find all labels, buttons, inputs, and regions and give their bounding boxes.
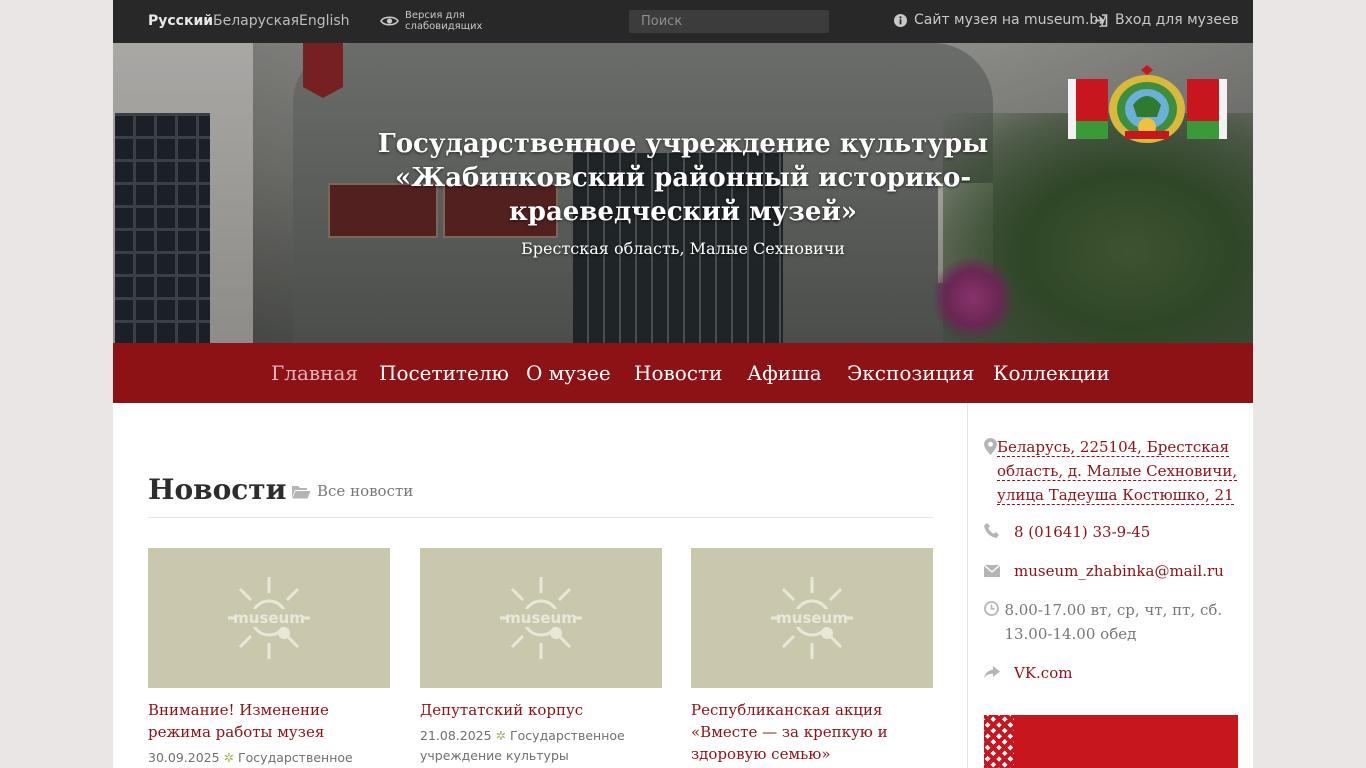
news-meta: 30.09.2025 ✲ Государственное [148, 748, 390, 768]
page: Русский Беларуская English Версия для сл… [113, 0, 1253, 768]
main-nav: Главная Посетителю О музее Новости Афиша… [113, 343, 1253, 403]
museum-by-logo-icon: museum [228, 577, 310, 659]
lang-english[interactable]: English [299, 13, 350, 29]
nav-item-about[interactable]: О музее [526, 361, 611, 385]
belarus-flag-banner[interactable] [984, 715, 1238, 768]
leaf-icon: ✲ [223, 750, 235, 765]
main-content: Новости Все новости museum Внимание! Изм… [113, 403, 967, 768]
news-date: 30.09.2025 [148, 750, 220, 765]
nav-item-exposition[interactable]: Экспозиция [847, 361, 974, 385]
share-icon [984, 666, 1000, 679]
vision-impaired-label: Версия для слабовидящих [405, 10, 483, 32]
nav-item-visitor[interactable]: Посетителю [379, 361, 509, 385]
news-title[interactable]: Республиканская акция «Вместе — за крепк… [691, 699, 933, 765]
email-row: museum_zhabinka@mail.ru [983, 559, 1224, 583]
news-divider [148, 517, 933, 518]
all-news-link[interactable]: Все новости [291, 482, 413, 500]
login-label: Вход для музеев [1115, 12, 1239, 28]
flag-ornament [984, 715, 1014, 768]
lang-russian[interactable]: Русский [148, 13, 213, 29]
news-thumbnail[interactable]: museum [148, 548, 390, 688]
museum-by-logo-icon: museum [771, 577, 853, 659]
hours-row: 8.00-17.00 вт, ср, чт, пт, сб. 13.00-14.… [984, 598, 1246, 646]
news-card: museum Республиканская акция «Вместе — з… [691, 548, 933, 765]
top-bar: Русский Беларуская English Версия для сл… [113, 0, 1253, 43]
museum-title: Государственное учреждение культуры «Жаб… [377, 129, 989, 227]
all-news-label: Все новости [317, 482, 414, 500]
login-icon [1095, 13, 1108, 27]
login-link[interactable]: Вход для музеев [1094, 12, 1239, 28]
news-title[interactable]: Депутатский корпус [420, 699, 662, 721]
eye-icon [380, 16, 399, 26]
museum-location: Брестская область, Малые Сехновичи [521, 239, 845, 258]
museum-by-logo-icon: museum [500, 577, 582, 659]
news-thumbnail[interactable]: museum [420, 548, 662, 688]
nav-item-events[interactable]: Афиша [747, 361, 822, 385]
address-link[interactable]: Беларусь, 225104, Брестская область, д. … [997, 438, 1238, 505]
nav-item-news[interactable]: Новости [634, 361, 722, 385]
news-heading: Новости [148, 473, 287, 506]
opening-hours: 8.00-17.00 вт, ср, чт, пт, сб. 13.00-14.… [1004, 601, 1223, 643]
news-title[interactable]: Внимание! Изменение режима работы музея [148, 699, 390, 743]
svg-text:museum: museum [233, 609, 305, 627]
news-card: museum Депутатский корпус 21.08.2025 ✲ Г… [420, 548, 662, 768]
leaf-icon: ✲ [495, 728, 507, 743]
vk-link[interactable]: VK.com [1014, 664, 1072, 682]
news-source: Государственное [238, 750, 353, 765]
belarus-emblem-icon [1068, 65, 1227, 143]
clock-icon [984, 601, 999, 616]
news-thumbnail[interactable]: museum [691, 548, 933, 688]
folder-open-icon [292, 485, 311, 498]
social-row: VK.com [984, 661, 1072, 685]
nav-item-collections[interactable]: Коллекции [993, 361, 1110, 385]
info-icon [894, 13, 907, 27]
lang-belarusian[interactable]: Беларуская [213, 13, 299, 29]
envelope-icon [983, 564, 1001, 577]
map-marker-icon [984, 438, 997, 455]
address-row: Беларусь, 225104, Брестская область, д. … [984, 435, 1246, 507]
contact-sidebar: Беларусь, 225104, Брестская область, д. … [967, 403, 1253, 768]
museum-site-link[interactable]: Сайт музея на museum.by [894, 12, 1107, 28]
news-date: 21.08.2025 [420, 728, 492, 743]
news-card: museum Внимание! Изменение режима работы… [148, 548, 390, 768]
phone-icon [984, 523, 999, 538]
museum-site-label: Сайт музея на museum.by [914, 12, 1107, 28]
nav-item-home[interactable]: Главная [271, 361, 358, 385]
phone-link[interactable]: 8 (01641) 33-9-45 [1014, 523, 1150, 541]
news-meta: 21.08.2025 ✲ Государственное учреждение … [420, 726, 662, 768]
hero-banner: Государственное учреждение культуры «Жаб… [113, 43, 1253, 343]
vision-impaired-toggle[interactable]: Версия для слабовидящих [380, 9, 495, 33]
svg-text:museum: museum [505, 609, 577, 627]
email-link[interactable]: museum_zhabinka@mail.ru [1014, 562, 1224, 580]
search-input[interactable] [629, 10, 829, 33]
svg-text:museum: museum [776, 609, 848, 627]
phone-row: 8 (01641) 33-9-45 [984, 520, 1150, 544]
